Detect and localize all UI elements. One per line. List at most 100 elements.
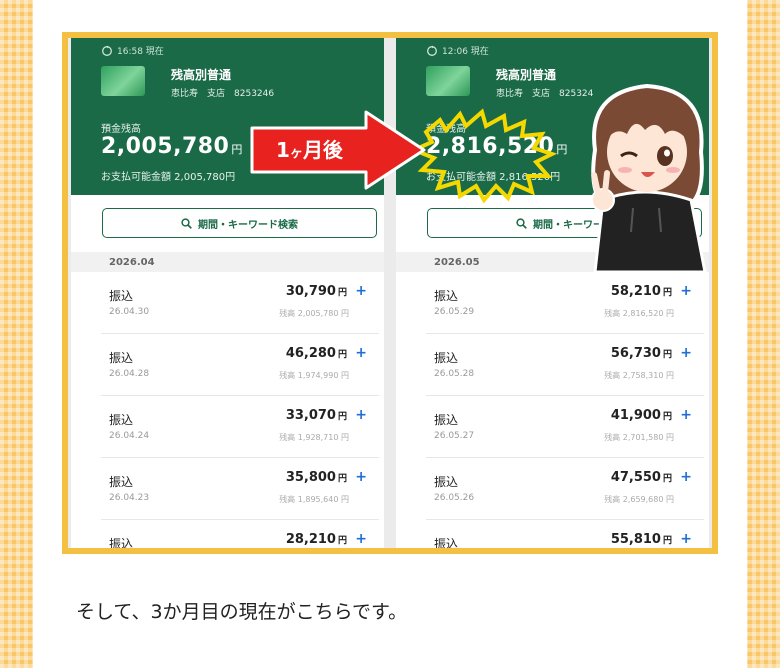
yen-unit: 円 [231,143,243,156]
yen-unit: 円 [337,288,347,298]
transaction-date: 26.04.23 [109,493,150,503]
amount-value: 56,730 [610,346,661,361]
transaction-row[interactable]: 振込 26.04.24 33,070 円 + 残高 1,928,710 円 [101,396,379,458]
transaction-amount: 41,900 円 [611,408,672,423]
balance-value: 2,005,780 [101,134,230,159]
account-type: 残高別普通 [496,68,557,82]
balance-after: 残高 1,928,710 円 [279,433,349,442]
transaction-row[interactable]: 振込 26.05.27 41,900 円 + 残高 2,701,580 円 [426,396,704,458]
plus-icon[interactable]: + [355,407,367,423]
transaction-amount: 56,730 円 [611,346,672,361]
card-thumbnail [426,66,470,96]
transaction-date: 26.05.29 [434,307,475,317]
yen-unit: 円 [662,288,672,298]
highlight-burst [408,108,558,204]
arrow-number: 1 [276,138,290,162]
transaction-row[interactable]: 振込 26.04.23 35,800 円 + 残高 1,895,640 円 [101,458,379,520]
transaction-type: 振込 [109,289,134,303]
yen-unit: 円 [662,412,672,422]
balance-after: 残高 1,895,640 円 [279,495,349,504]
transaction-date: 26.04.30 [109,307,150,317]
transaction-row[interactable]: 振込 26.05.28 56,730 円 + 残高 2,758,310 円 [426,334,704,396]
time-label: 12:06 現在 [442,47,489,57]
plus-icon[interactable]: + [680,531,692,547]
transaction-type: 振込 [109,351,134,365]
yen-unit: 円 [662,536,672,546]
transaction-list: 振込 26.05.29 58,210 円 + 残高 2,816,520 円 振込 … [426,272,704,548]
screenshot-frame: 16:58 現在 残高別普通 恵比寿 支店 8253246 預金残高 2,005… [62,32,718,554]
amount-value: 33,070 [285,408,336,423]
plus-icon[interactable]: + [355,469,367,485]
amount-value: 46,280 [285,346,336,361]
transaction-row[interactable]: 振込 26.04.28 46,280 円 + 残高 1,974,990 円 [101,334,379,396]
balance-after: 残高 2,659,680 円 [604,495,674,504]
transaction-date: 26.05.27 [434,431,475,441]
yen-unit: 円 [337,412,347,422]
transaction-amount: 58,210 円 [611,284,672,299]
refresh-icon[interactable] [101,45,113,57]
character-illustration [591,83,707,274]
plus-icon[interactable]: + [680,469,692,485]
available-amount: お支払可能金額 2,005,780円 [101,172,236,183]
transaction-amount: 47,550 円 [611,470,672,485]
refresh-row[interactable]: 16:58 現在 [101,44,164,57]
amount-value: 28,210 [285,532,336,547]
search-button-label: 期間・キーワード検索 [198,219,298,231]
arrow-rest: 月後 [302,138,343,162]
yen-unit: 円 [337,536,347,546]
account-number: 8253246 [234,89,275,99]
transaction-row[interactable]: 振込 55,810 円 + [426,520,704,548]
balance-after: 残高 2,005,780 円 [279,309,349,318]
transaction-amount: 46,280 円 [286,346,347,361]
search-button[interactable]: 期間・キーワード検索 [102,208,377,238]
amount-value: 55,810 [610,532,661,547]
transaction-type: 振込 [109,537,134,548]
transaction-amount: 30,790 円 [286,284,347,299]
yen-unit: 円 [337,350,347,360]
card-thumbnail [101,66,145,96]
search-icon [181,217,192,229]
search-icon [516,217,527,229]
amount-value: 58,210 [610,284,661,299]
screenshot-inner: 16:58 現在 残高別普通 恵比寿 支店 8253246 預金残高 2,005… [68,38,712,548]
transaction-amount: 28,210 円 [286,532,347,547]
refresh-icon[interactable] [426,45,438,57]
plus-icon[interactable]: + [680,345,692,361]
balance-amount: 2,005,780 円 [101,134,243,159]
time-label: 16:58 現在 [117,47,164,57]
plus-icon[interactable]: + [355,345,367,361]
transaction-type: 振込 [434,351,459,365]
branch-info: 恵比寿 支店 8253246 [171,86,274,99]
transaction-date: 26.05.26 [434,493,475,503]
plus-icon[interactable]: + [680,283,692,299]
transaction-amount: 35,800 円 [286,470,347,485]
plus-icon[interactable]: + [680,407,692,423]
transaction-row[interactable]: 振込 26.04.30 30,790 円 + 残高 2,005,780 円 [101,272,379,334]
transaction-date: 26.04.24 [109,431,150,441]
transaction-type: 振込 [434,537,459,548]
plus-icon[interactable]: + [355,283,367,299]
transaction-list: 振込 26.04.30 30,790 円 + 残高 2,005,780 円 振込 … [101,272,379,548]
yen-unit: 円 [662,350,672,360]
arrow-small: ヶ [289,146,303,161]
yen-unit: 円 [662,474,672,484]
balance-after: 残高 2,701,580 円 [604,433,674,442]
transaction-type: 振込 [434,413,459,427]
account-type: 残高別普通 [171,68,232,82]
balance-after: 残高 2,758,310 円 [604,371,674,380]
transaction-amount: 55,810 円 [611,532,672,547]
transaction-date: 26.04.28 [109,369,150,379]
balance-after: 残高 1,974,990 円 [279,371,349,380]
transaction-type: 振込 [109,475,134,489]
yen-unit: 円 [337,474,347,484]
refresh-row[interactable]: 12:06 現在 [426,44,489,57]
amount-value: 35,800 [285,470,336,485]
balance-label: 預金残高 [101,124,141,135]
transaction-row[interactable]: 振込 28,210 円 + [101,520,379,548]
transaction-date: 26.05.28 [434,369,475,379]
transaction-row[interactable]: 振込 26.05.26 47,550 円 + 残高 2,659,680 円 [426,458,704,520]
plus-icon[interactable]: + [355,531,367,547]
balance-after: 残高 2,816,520 円 [604,309,674,318]
transaction-amount: 33,070 円 [286,408,347,423]
transaction-type: 振込 [109,413,134,427]
